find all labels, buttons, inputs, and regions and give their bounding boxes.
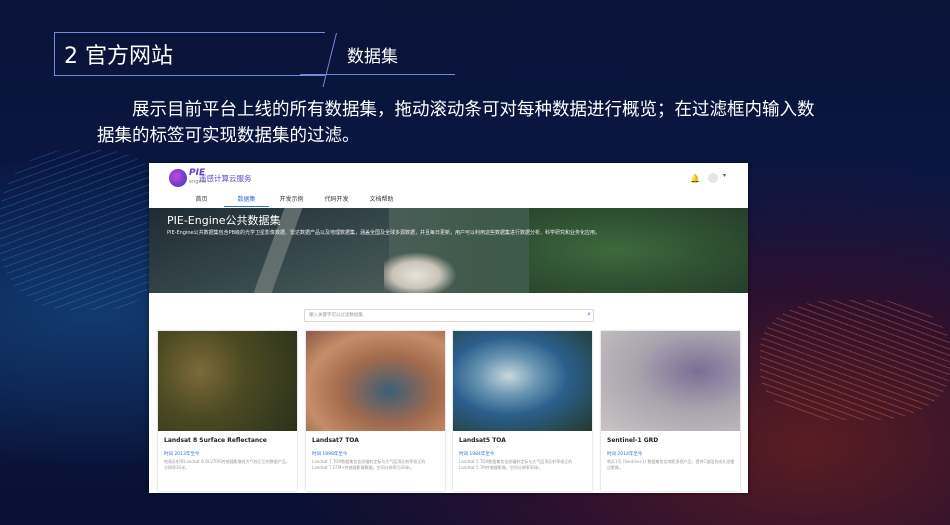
dataset-card[interactable]: Sentinel-1 GRD 时间 2014年至今 哨兵1号 (Sentinel… [601, 331, 740, 491]
hero-description: PIE-Engine公共数据集包含PB级的光学卫星影像数据、雷达数据产品以及地理… [167, 230, 601, 236]
menu-item-examples[interactable]: 开发示例 [269, 194, 314, 207]
top-nav: PIE engine 遥感计算云服务 首页 数据集 开发示例 代码开发 文档帮助… [149, 163, 748, 208]
hero-image-opera-house [384, 248, 464, 293]
menu-item-code[interactable]: 代码开发 [314, 194, 359, 207]
slide-subheading: 数据集 [347, 47, 398, 67]
dataset-thumbnail[interactable] [306, 331, 445, 431]
menu-item-docs[interactable]: 文档帮助 [359, 194, 404, 207]
slide-heading: 2 官方网站 [64, 44, 173, 69]
slide-description: 展示目前平台上线的所有数据集，拖动滚动条可对每种数据进行概览；在过滤框内输入数据… [97, 100, 815, 146]
website-screenshot: PIE engine 遥感计算云服务 首页 数据集 开发示例 代码开发 文档帮助… [149, 163, 748, 493]
dataset-date: 时间 1984年至今 [459, 452, 495, 457]
dataset-date: 时间 2013年至今 [164, 452, 200, 457]
dataset-thumbnail[interactable] [453, 331, 592, 431]
dataset-date: 时间 1999年至今 [312, 452, 348, 457]
avatar[interactable] [708, 173, 718, 183]
dataset-description: 地表反射率Landsat 8 OLI/TIRS传感器影像经大气校正后的数据产品。… [164, 459, 290, 470]
search-placeholder: 输入关键字可以过滤数据集 [309, 313, 363, 318]
dataset-description: 哨兵1号 (Sentinel-1) 数据集包含地距多视产品，提供C波段合成孔径雷… [607, 459, 735, 470]
hero-banner: PIE-Engine公共数据集 PIE-Engine公共数据集包含PB级的光学卫… [149, 208, 748, 293]
bell-icon[interactable]: 🔔 [690, 174, 700, 183]
main-menu: 首页 数据集 开发示例 代码开发 文档帮助 [179, 194, 404, 207]
menu-item-home[interactable]: 首页 [179, 194, 224, 207]
dataset-search-input[interactable]: 输入关键字可以过滤数据集 ⌕ [304, 309, 594, 322]
dataset-title[interactable]: Landsat5 TOA [459, 437, 506, 444]
dataset-card[interactable]: Landsat5 TOA 时间 1984年至今 Landsat 5 TOA数据集… [453, 331, 592, 491]
hero-title: PIE-Engine公共数据集 [167, 214, 281, 227]
hero-image-greenery [529, 208, 748, 293]
dataset-description: Landsat 5 TOA数据集包含经辐射定标与大气层顶反射率校正的Landsa… [459, 459, 573, 470]
dataset-card[interactable]: Landsat 8 Surface Reflectance 时间 2013年至今… [158, 331, 297, 491]
dataset-title[interactable]: Landsat7 TOA [312, 437, 359, 444]
dataset-title[interactable]: Landsat 8 Surface Reflectance [164, 437, 267, 444]
menu-item-datasets[interactable]: 数据集 [224, 194, 269, 207]
dataset-title[interactable]: Sentinel-1 GRD [607, 437, 658, 444]
dataset-thumbnail[interactable] [158, 331, 297, 431]
chevron-down-icon[interactable]: ▾ [723, 172, 726, 179]
decorative-wave-left [0, 150, 170, 310]
dataset-card[interactable]: Landsat7 TOA 时间 1999年至今 Landsat 7 TOA数据集… [306, 331, 445, 491]
brand-name[interactable]: 遥感计算云服务 [199, 173, 252, 184]
heading-underline [300, 74, 455, 75]
dataset-description: Landsat 7 TOA数据集包含经辐射定标与大气层顶反射率校正的Landsa… [312, 459, 426, 470]
dataset-thumbnail[interactable] [601, 331, 740, 431]
decorative-wave-right [760, 300, 950, 420]
logo-icon [169, 169, 187, 187]
dataset-date: 时间 2014年至今 [607, 452, 643, 457]
dataset-card-list: Landsat 8 Surface Reflectance 时间 2013年至今… [158, 331, 740, 493]
search-icon[interactable]: ⌕ [587, 310, 591, 319]
